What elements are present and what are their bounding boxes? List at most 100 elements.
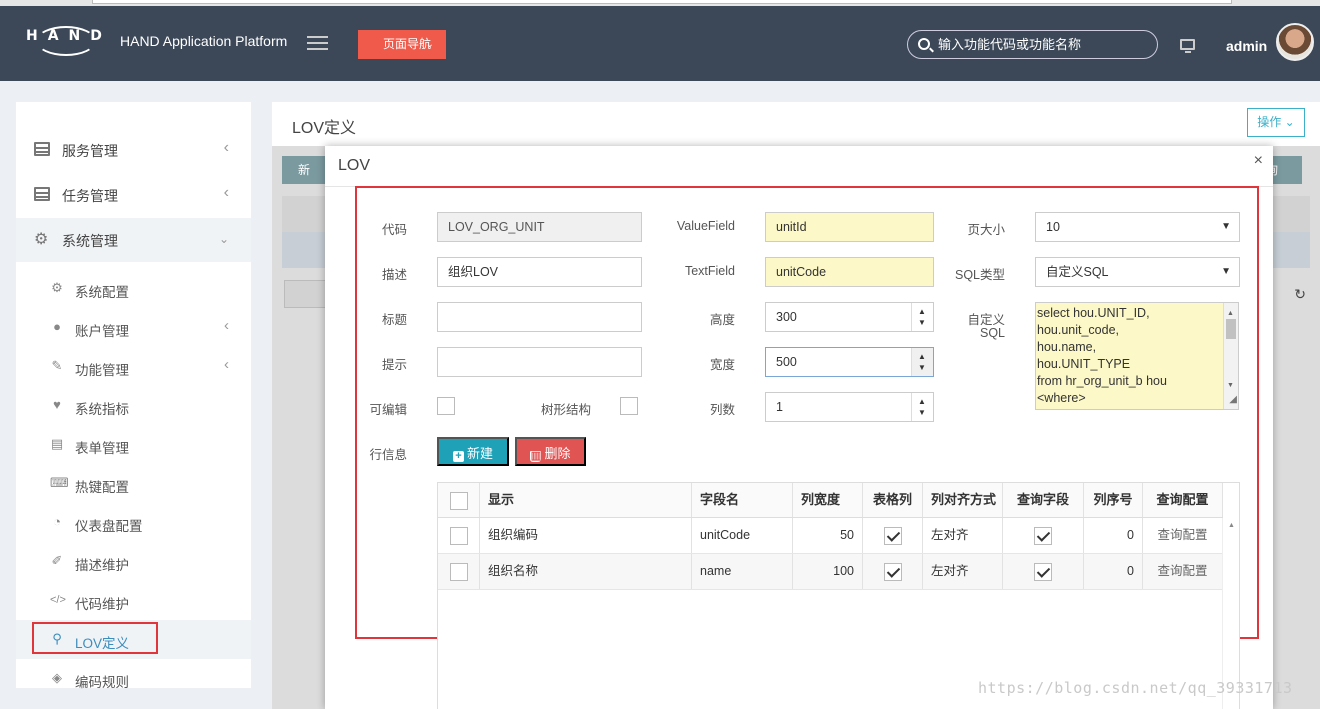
col-query-cfg[interactable]: 查询配置 xyxy=(1143,483,1223,517)
desc-label: 描述 xyxy=(381,268,407,282)
query-config-link[interactable]: 查询配置 xyxy=(1143,518,1223,553)
top-header: HAND HAND Application Platform 页面导航 ⌄ 输入功… xyxy=(0,0,1320,81)
hand-logo[interactable]: HAND xyxy=(26,26,106,60)
sidebar-sub-system-config[interactable]: ⚙ 系统配置 xyxy=(16,269,251,308)
server-icon xyxy=(34,142,50,156)
gears-icon: ⚙ xyxy=(34,231,49,248)
sidebar-item-task-mgmt[interactable]: 任务管理 ‹ xyxy=(16,173,251,217)
cell-width[interactable]: 50 xyxy=(793,518,863,553)
columns-field[interactable]: 1 ▲ ▼ xyxy=(765,392,934,422)
content-header: LOV定义 操作 ⌄ xyxy=(272,102,1320,146)
sidebar-sub-desc-maint[interactable]: ✐ 描述维护 xyxy=(16,542,251,581)
close-icon[interactable]: × xyxy=(1254,152,1263,170)
chevron-left-icon: ‹ xyxy=(223,184,229,201)
textfield-field[interactable]: unitCode xyxy=(765,257,934,287)
cell-field[interactable]: unitCode xyxy=(692,518,793,553)
editable-checkbox[interactable] xyxy=(437,397,455,415)
avatar[interactable] xyxy=(1276,23,1314,61)
grid-col-checkbox[interactable] xyxy=(883,526,902,545)
sidebar-item-system-mgmt[interactable]: ⚙ 系统管理 ⌄ xyxy=(16,218,251,262)
col-display[interactable]: 显示 xyxy=(480,483,692,517)
sidebar-sub-dashboard-config[interactable]: ◔ 仪表盘配置 xyxy=(16,503,251,542)
background-pager[interactable] xyxy=(284,280,328,308)
select-all-checkbox[interactable] xyxy=(449,491,468,510)
tree-checkbox[interactable] xyxy=(620,397,638,415)
height-stepper[interactable]: ▲ ▼ xyxy=(911,303,933,331)
customsql-textarea[interactable]: select hou.UNIT_ID, hou.unit_code, hou.n… xyxy=(1035,302,1239,410)
caret-down-icon: ▼ xyxy=(1221,221,1231,232)
sidebar-sub-hotkey-config[interactable]: ⌨ 热键配置 xyxy=(16,464,251,503)
monitor-icon[interactable] xyxy=(1180,39,1195,53)
grid-header: 显示 字段名 列宽度 表格列 列对齐方式 查询字段 列序号 查询配置 xyxy=(438,483,1223,518)
tasks-icon xyxy=(34,187,50,201)
plug-icon: ✎ xyxy=(51,358,63,373)
row-checkbox[interactable] xyxy=(449,562,468,581)
width-field[interactable]: 500 ▲ ▼ xyxy=(765,347,934,377)
height-field[interactable]: 300 ▲ ▼ xyxy=(765,302,934,332)
chevron-left-icon: ‹ xyxy=(224,317,229,334)
user-name[interactable]: admin xyxy=(1226,38,1267,54)
cell-align[interactable]: 左对齐 xyxy=(923,554,1003,589)
query-field-checkbox[interactable] xyxy=(1034,562,1052,581)
cell-field[interactable]: name xyxy=(692,554,793,589)
tree-label: 树形结构 xyxy=(540,403,591,417)
query-field-checkbox[interactable] xyxy=(1034,526,1052,545)
row-checkbox[interactable] xyxy=(449,526,468,545)
columns-stepper[interactable]: ▲ ▼ xyxy=(911,393,933,421)
edit-icon: ✐ xyxy=(51,553,63,568)
sidebar-sub-coding-rules[interactable]: ◈ 编码规则 xyxy=(16,659,251,698)
page-title: LOV定义 xyxy=(292,120,357,137)
sidebar-item-service-mgmt[interactable]: 服务管理 ‹ xyxy=(16,128,251,172)
textfield-label: TextField xyxy=(684,264,735,278)
page-nav-button[interactable]: 页面导航 ⌄ xyxy=(358,30,446,59)
title-field[interactable] xyxy=(437,302,642,332)
sqltype-select[interactable]: 自定义SQL ▼ xyxy=(1035,257,1240,287)
code-field[interactable]: LOV_ORG_UNIT xyxy=(437,212,642,242)
cell-order[interactable]: 0 xyxy=(1084,518,1143,553)
lov-lines-grid: 显示 字段名 列宽度 表格列 列对齐方式 查询字段 列序号 查询配置 组织编码 … xyxy=(437,482,1240,709)
delete-row-button[interactable]: ▥ 删除 xyxy=(515,437,586,466)
table-row[interactable]: 组织名称 name 100 左对齐 0 查询配置 xyxy=(438,554,1223,590)
sidebar-sub-form-mgmt[interactable]: ▤ 表单管理 xyxy=(16,425,251,464)
pagesize-select[interactable]: 10 ▼ xyxy=(1035,212,1240,242)
col-grid[interactable]: 表格列 xyxy=(863,483,923,517)
width-stepper[interactable]: ▲ ▼ xyxy=(911,348,933,376)
highlight-box-lov xyxy=(32,622,158,654)
logo-text: HAND xyxy=(26,28,112,44)
desc-field[interactable]: 组织LOV xyxy=(437,257,642,287)
sidebar-sub-account-mgmt[interactable]: ● 账户管理 ‹ xyxy=(16,308,251,347)
cube-icon: ◈ xyxy=(52,670,62,685)
query-config-link[interactable]: 查询配置 xyxy=(1143,554,1223,589)
col-field[interactable]: 字段名 xyxy=(692,483,793,517)
table-row[interactable]: 组织编码 unitCode 50 左对齐 0 查询配置 xyxy=(438,518,1223,554)
sidebar-sub-code-maint[interactable]: </> 代码维护 xyxy=(16,581,251,620)
resize-grip-icon[interactable]: ◢ xyxy=(1229,391,1237,408)
cell-display[interactable]: 组织编码 xyxy=(480,518,692,553)
chevron-left-icon: ‹ xyxy=(224,356,229,373)
lov-modal: LOV × 代码 LOV_ORG_UNIT 描述 组织LOV 标题 提示 可编辑… xyxy=(325,146,1273,709)
valuefield-field[interactable]: unitId xyxy=(765,212,934,242)
hint-field[interactable] xyxy=(437,347,642,377)
columns-label: 列数 xyxy=(709,403,735,417)
menu-toggle-icon[interactable] xyxy=(307,36,328,51)
hint-label: 提示 xyxy=(381,358,407,372)
col-align[interactable]: 列对齐方式 xyxy=(923,483,1003,517)
search-input[interactable]: 输入功能代码或功能名称 xyxy=(907,30,1158,59)
sidebar-sub-function-mgmt[interactable]: ✎ 功能管理 ‹ xyxy=(16,347,251,386)
new-row-button[interactable]: + 新建 xyxy=(437,437,509,466)
refresh-icon[interactable]: ↻ xyxy=(1294,286,1306,303)
gear-icon: ⚙ xyxy=(51,280,63,295)
cell-order[interactable]: 0 xyxy=(1084,554,1143,589)
col-width[interactable]: 列宽度 xyxy=(793,483,863,517)
pagesize-label: 页大小 xyxy=(967,223,1005,237)
cell-align[interactable]: 左对齐 xyxy=(923,518,1003,553)
cell-width[interactable]: 100 xyxy=(793,554,863,589)
grid-col-checkbox[interactable] xyxy=(883,562,902,581)
editable-label: 可编辑 xyxy=(369,403,407,417)
operations-button[interactable]: 操作 ⌄ xyxy=(1247,108,1305,137)
chevron-down-icon: ⌄ xyxy=(218,232,229,246)
cell-display[interactable]: 组织名称 xyxy=(480,554,692,589)
col-order[interactable]: 列序号 xyxy=(1084,483,1143,517)
col-query-field[interactable]: 查询字段 xyxy=(1003,483,1084,517)
sidebar-sub-system-metrics[interactable]: ♥ 系统指标 xyxy=(16,386,251,425)
